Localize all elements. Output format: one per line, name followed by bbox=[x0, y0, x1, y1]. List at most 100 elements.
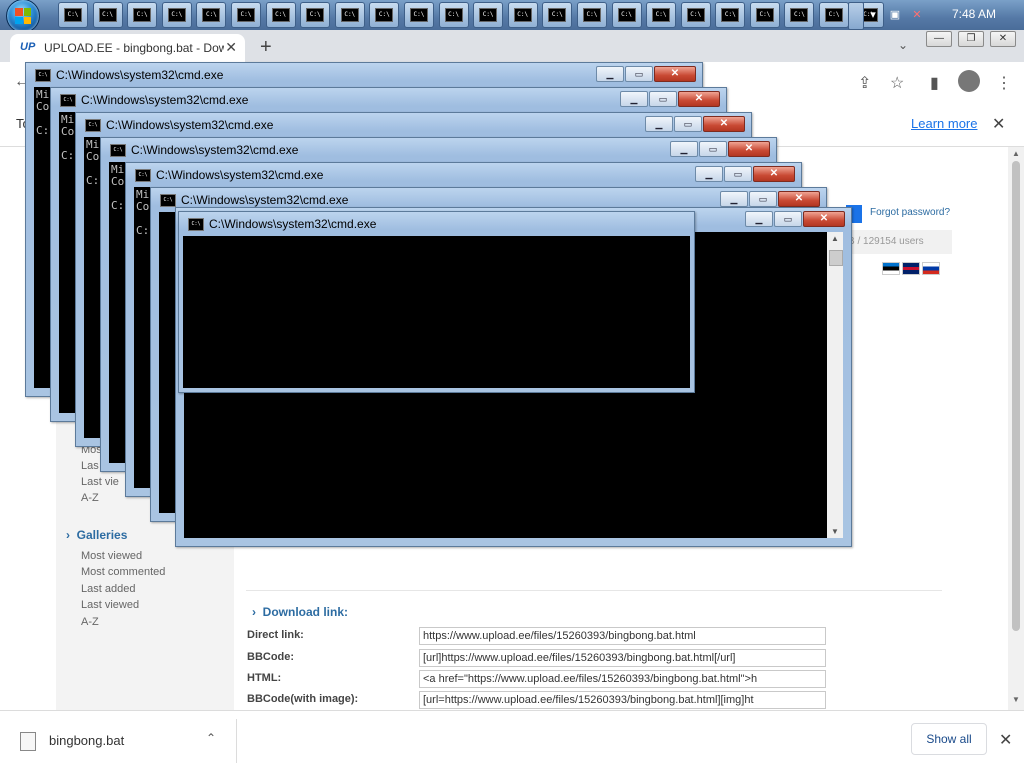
cmd-maximize-button[interactable]: ▭ bbox=[724, 166, 752, 182]
cmd-icon: C:\ bbox=[582, 8, 601, 22]
taskbar-cmd-button[interactable]: C:\ bbox=[646, 2, 677, 28]
cmd-maximize-button[interactable]: ▭ bbox=[625, 66, 653, 82]
cmd-close-button[interactable]: ✕ bbox=[803, 211, 845, 227]
gallery-link-most-viewed[interactable]: Most viewed bbox=[81, 550, 142, 562]
chevron-up-icon[interactable]: ⌃ bbox=[206, 731, 216, 745]
taskbar-cmd-button[interactable]: C:\ bbox=[161, 2, 192, 28]
taskbar-cmd-button[interactable]: C:\ bbox=[507, 2, 538, 28]
scroll-thumb[interactable] bbox=[1012, 161, 1020, 631]
page-scrollbar[interactable]: ▲ ▼ bbox=[1008, 147, 1024, 710]
cmd-icon: C:\ bbox=[35, 69, 51, 82]
cmd-minimize-button[interactable]: ▁ bbox=[620, 91, 648, 107]
taskbar-cmd-button[interactable]: C:\ bbox=[230, 2, 261, 28]
gallery-link-last-added[interactable]: Last added bbox=[81, 583, 135, 595]
side-panel-icon[interactable]: ▮ bbox=[930, 73, 939, 93]
taskbar-cmd-button[interactable]: C:\ bbox=[438, 2, 469, 28]
cmd-close-button[interactable]: ✕ bbox=[703, 116, 745, 132]
html-label: HTML: bbox=[247, 672, 282, 684]
taskbar-cmd-button[interactable]: C:\ bbox=[576, 2, 607, 28]
taskbar-cmd-button[interactable]: C:\ bbox=[473, 2, 504, 28]
gallery-link-a-z[interactable]: A-Z bbox=[81, 616, 99, 628]
taskbar-cmd-button[interactable]: C:\ bbox=[265, 2, 296, 28]
cmd-icon: C:\ bbox=[375, 8, 394, 22]
taskbar-cmd-button[interactable]: C:\ bbox=[749, 2, 780, 28]
galleries-heading[interactable]: › Galleries bbox=[66, 528, 127, 542]
network-icon[interactable]: ✕ bbox=[910, 8, 924, 22]
download-filename[interactable]: bingbong.bat bbox=[49, 733, 124, 748]
window-controls: — ❐ ✕ bbox=[926, 31, 1022, 47]
infobar-close-icon[interactable]: ✕ bbox=[992, 114, 1005, 134]
taskbar-cmd-button[interactable]: C:\ bbox=[334, 2, 365, 28]
cmd-maximize-button[interactable]: ▭ bbox=[674, 116, 702, 132]
taskbar-cmd-button[interactable]: C:\ bbox=[784, 2, 815, 28]
taskbar-cmd-button[interactable]: C:\ bbox=[542, 2, 573, 28]
shelf-close-icon[interactable]: ✕ bbox=[999, 730, 1012, 750]
restore-button[interactable]: ❐ bbox=[958, 31, 984, 47]
new-tab-button[interactable]: + bbox=[260, 36, 272, 59]
scroll-down-icon[interactable]: ▼ bbox=[1012, 695, 1020, 704]
taskbar-cmd-button[interactable]: C:\ bbox=[92, 2, 123, 28]
taskbar-cmd-button[interactable]: C:\ bbox=[127, 2, 158, 28]
cmd-icon: C:\ bbox=[721, 8, 740, 22]
taskbar-cmd-button[interactable]: C:\ bbox=[680, 2, 711, 28]
cmd-maximize-button[interactable]: ▭ bbox=[774, 211, 802, 227]
devices-icon[interactable]: ▣ bbox=[888, 8, 902, 22]
cmd-icon: C:\ bbox=[409, 8, 428, 22]
taskbar-cmd-button[interactable]: C:\ bbox=[715, 2, 746, 28]
gallery-link-most-commented[interactable]: Most commented bbox=[81, 566, 165, 578]
tab-search-icon[interactable]: ⌄ bbox=[898, 38, 908, 52]
cmd-maximize-button[interactable]: ▭ bbox=[649, 91, 677, 107]
cmd-minimize-button[interactable]: ▁ bbox=[596, 66, 624, 82]
sidebar-link[interactable]: A-Z bbox=[81, 492, 99, 504]
html-field[interactable]: <a href="https://www.upload.ee/files/152… bbox=[419, 670, 826, 688]
bookmark-star-icon[interactable]: ☆ bbox=[890, 73, 904, 93]
close-button[interactable]: ✕ bbox=[990, 31, 1016, 47]
taskbar-cmd-button[interactable]: C:\ bbox=[819, 2, 850, 28]
cmd-window-active[interactable]: C:\ C:\Windows\system32\cmd.exe bbox=[178, 211, 695, 393]
cmd-close-button[interactable]: ✕ bbox=[654, 66, 696, 82]
clock[interactable]: 7:48 AM bbox=[952, 7, 1012, 21]
russian-flag-icon[interactable] bbox=[922, 262, 940, 275]
start-button[interactable] bbox=[6, 0, 40, 33]
show-hidden-icons-icon[interactable]: ▾ bbox=[866, 8, 880, 22]
taskbar-cmd-button[interactable]: C:\ bbox=[58, 2, 88, 28]
taskbar-cmd-button[interactable]: C:\ bbox=[196, 2, 227, 28]
cmd-maximize-button[interactable]: ▭ bbox=[749, 191, 777, 207]
learn-more-link[interactable]: Learn more bbox=[911, 116, 977, 131]
bbcode-image-field[interactable]: [url=https://www.upload.ee/files/1526039… bbox=[419, 691, 826, 709]
cmd-console[interactable] bbox=[183, 236, 690, 388]
taskbar-cmd-button[interactable]: C:\ bbox=[369, 2, 400, 28]
cmd-minimize-button[interactable]: ▁ bbox=[720, 191, 748, 207]
taskbar-cmd-button[interactable]: C:\ bbox=[611, 2, 642, 28]
cmd-close-button[interactable]: ✕ bbox=[678, 91, 720, 107]
sidebar-link[interactable]: Last vie bbox=[81, 476, 119, 488]
cmd-minimize-button[interactable]: ▁ bbox=[670, 141, 698, 157]
tab-close-icon[interactable]: ✕ bbox=[225, 39, 237, 56]
cmd-minimize-button[interactable]: ▁ bbox=[745, 211, 773, 227]
cmd-close-button[interactable]: ✕ bbox=[778, 191, 820, 207]
cmd-maximize-button[interactable]: ▭ bbox=[699, 141, 727, 157]
taskbar-scroll[interactable] bbox=[848, 2, 864, 30]
browser-tab[interactable]: UP UPLOAD.EE - bingbong.bat - Dow ✕ bbox=[10, 34, 245, 62]
taskbar-cmd-button[interactable]: C:\ bbox=[403, 2, 434, 28]
forgot-password-link[interactable]: Forgot password? bbox=[870, 207, 950, 218]
cmd-close-button[interactable]: ✕ bbox=[753, 166, 795, 182]
taskbar-cmd-button[interactable]: C:\ bbox=[300, 2, 331, 28]
cmd-minimize-button[interactable]: ▁ bbox=[695, 166, 723, 182]
estonian-flag-icon[interactable] bbox=[882, 262, 900, 275]
scroll-up-icon[interactable]: ▲ bbox=[1012, 149, 1020, 158]
minimize-button[interactable]: — bbox=[926, 31, 952, 47]
direct-link-field[interactable]: https://www.upload.ee/files/15260393/bin… bbox=[419, 627, 826, 645]
cmd-scrollbar[interactable]: ▲▼ bbox=[827, 232, 843, 538]
bbcode-field[interactable]: [url]https://www.upload.ee/files/1526039… bbox=[419, 649, 826, 667]
profile-avatar[interactable] bbox=[958, 70, 980, 92]
show-all-button[interactable]: Show all bbox=[911, 723, 987, 755]
sidebar-link[interactable]: Las bbox=[81, 460, 99, 472]
cmd-minimize-button[interactable]: ▁ bbox=[645, 116, 673, 132]
english-flag-icon[interactable] bbox=[902, 262, 920, 275]
gallery-link-last-viewed[interactable]: Last viewed bbox=[81, 599, 139, 611]
menu-icon[interactable]: ⋮ bbox=[996, 73, 1012, 93]
cmd-icon: C:\ bbox=[135, 169, 151, 182]
cmd-close-button[interactable]: ✕ bbox=[728, 141, 770, 157]
share-icon[interactable]: ⇪ bbox=[858, 73, 871, 93]
